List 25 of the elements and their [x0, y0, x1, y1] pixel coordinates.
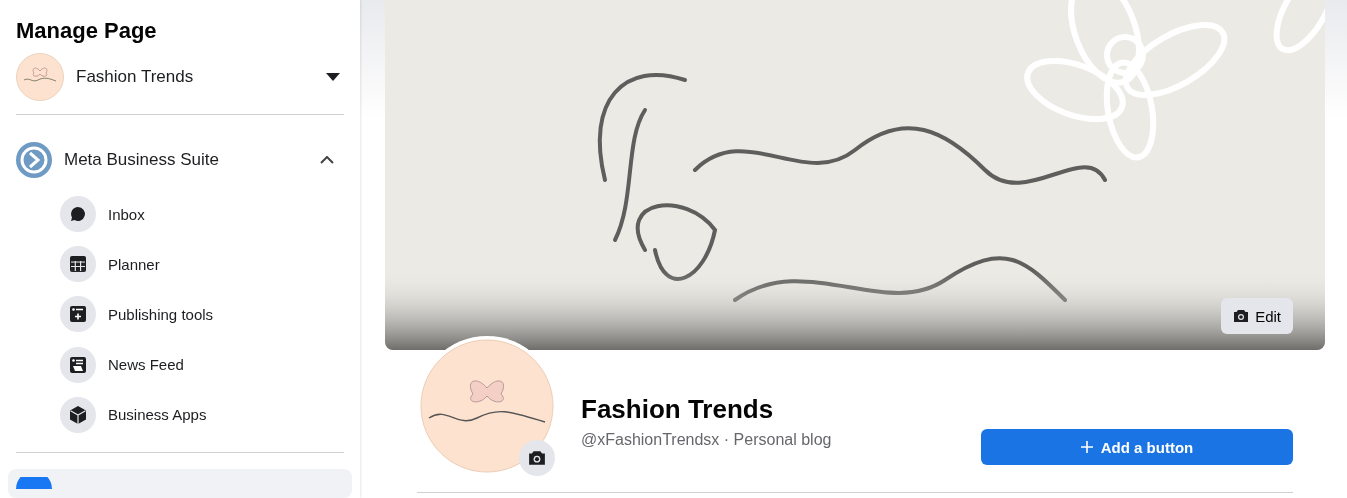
menu-item[interactable]: Publishing tools [60, 289, 344, 340]
page-name: Fashion Trends [581, 394, 775, 425]
add-button[interactable]: Add a button [981, 429, 1293, 465]
menu-item[interactable]: Business Apps [60, 389, 344, 440]
calendar-icon [60, 246, 96, 283]
menu-item[interactable]: Inbox [60, 189, 344, 240]
camera-icon [528, 450, 546, 466]
list-plus-icon [60, 296, 96, 333]
cube-icon [60, 396, 96, 433]
page-subtitle: @xFashionTrendsx · Personal blog [581, 431, 833, 449]
edit-cover-button[interactable]: Edit [1221, 298, 1293, 334]
plus-icon [1080, 441, 1093, 453]
section-header[interactable]: Meta Business Suite [16, 131, 344, 190]
page-avatar-icon [16, 53, 64, 102]
chat-bubble-icon [60, 196, 96, 233]
camera-icon [1233, 309, 1250, 323]
menu-item[interactable]: Planner [60, 239, 344, 290]
suite-logo-icon [16, 142, 52, 179]
page-switcher[interactable]: Fashion Trends [16, 52, 344, 103]
change-photo-button[interactable] [519, 440, 555, 476]
round-icon [16, 476, 52, 489]
menu-item[interactable]: News Feed [60, 339, 344, 390]
feed-icon [60, 346, 96, 383]
caret-icon [326, 73, 340, 82]
sidebar-title: Manage Page [16, 18, 158, 44]
